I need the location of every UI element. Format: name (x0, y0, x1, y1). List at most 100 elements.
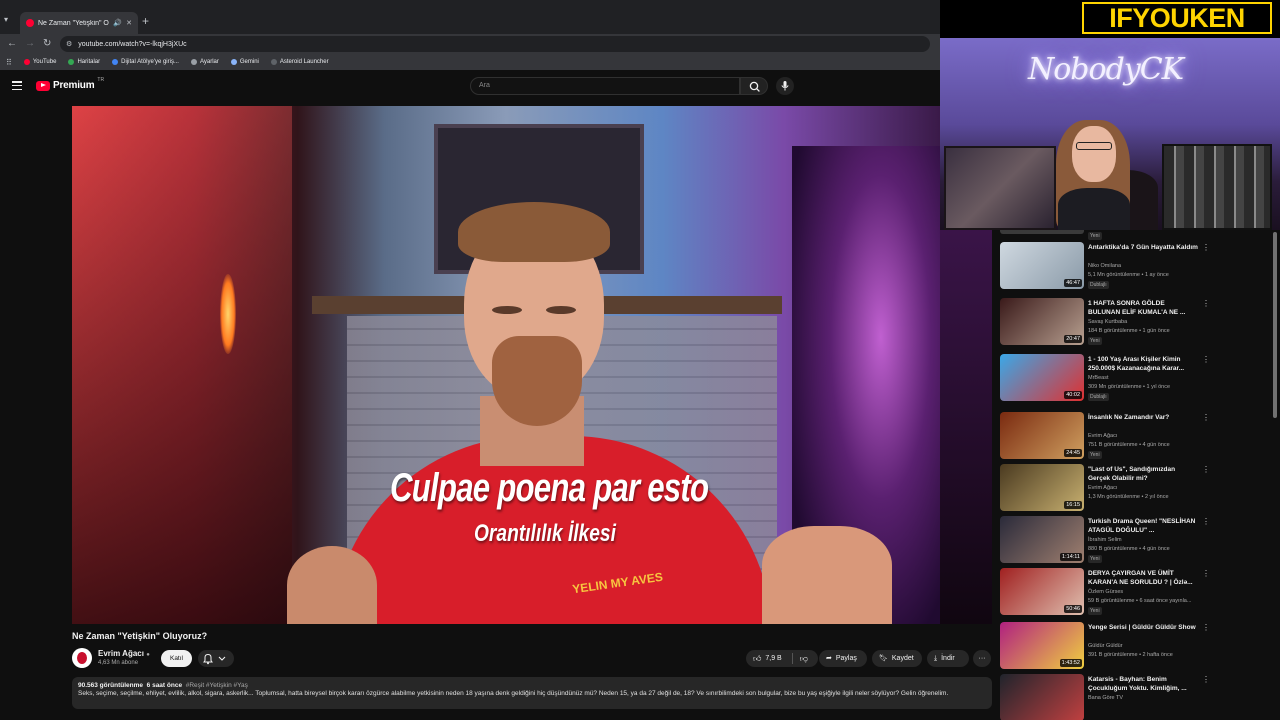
kebab-menu-icon[interactable]: ⋮ (1202, 624, 1210, 632)
recommendation-thumbnail[interactable]: 1:14:11 (1000, 516, 1084, 563)
browser-tab-active[interactable]: Ne Zaman "Yetişkin" Oluyor... 🔊 ✕ (20, 12, 138, 34)
microphone-icon (781, 81, 789, 91)
kebab-menu-icon[interactable]: ⋮ (1202, 414, 1210, 422)
search-input[interactable]: Ara (470, 77, 740, 95)
recommendation-item[interactable]: 20:47 1 HAFTA SONRA GÖLDE BULUNAN ELİF KU… (1000, 298, 1276, 348)
recommendation-item[interactable]: 1:43:52 Yenge Serisi | Güldür Güldür Show… (1000, 622, 1276, 672)
recommendations-column: Yeni 46:47 Antarktika'da 7 Gün Hayatta Ka… (992, 230, 1280, 720)
kebab-menu-icon[interactable]: ⋮ (1202, 676, 1210, 684)
search-button[interactable] (740, 77, 768, 95)
recommendation-item[interactable]: Katarsis - Bayhan: Benim Çocukluğum Yokt… (1000, 674, 1276, 720)
recommendation-item[interactable]: 24:45 İnsanlık Ne Zamandır Var? Evrim Ağac… (1000, 412, 1276, 462)
recommendation-item[interactable]: 16:15 "Last of Us", Sandığımızdan Gerçek … (1000, 464, 1276, 514)
google-bookmark-icon (112, 59, 119, 65)
thumbs-down-icon: 👎︎ (799, 653, 808, 663)
video-player-edge[interactable] (940, 230, 992, 624)
recommendation-thumbnail[interactable]: 20:47 (1000, 298, 1084, 345)
description-box[interactable]: 90.563 görüntülenme 6 saat önce #Reşit #… (72, 677, 992, 709)
kebab-menu-icon[interactable]: ⋮ (1202, 466, 1210, 474)
recommendation-thumbnail[interactable]: 46:47 (1000, 242, 1084, 289)
download-button[interactable]: ⤓ İndir (927, 650, 969, 667)
recommendation-item[interactable]: 40:02 1 - 100 Yaş Arası Kişiler Kimin 250… (1000, 354, 1276, 404)
kebab-menu-icon[interactable]: ⋮ (1202, 518, 1210, 526)
recommendation-title: 1 HAFTA SONRA GÖLDE BULUNAN ELİF KUMAL'A… (1088, 300, 1186, 316)
lamp-glow (220, 274, 236, 354)
channel-name[interactable]: Evrim Ağacı ● (98, 649, 150, 658)
recommendation-title: Katarsis - Bayhan: Benim Çocukluğum Yokt… (1088, 676, 1187, 692)
recommendation-item[interactable]: 50:46 DERYA ÇAYIRGAN VE ÜMİT KARAN'A NE S… (1000, 568, 1276, 618)
share-button[interactable]: ➦ Paylaş (819, 650, 867, 667)
site-info-icon[interactable]: ⚙ (66, 40, 72, 48)
recommendation-channel: Güldür Güldür (1088, 643, 1123, 649)
join-button[interactable]: Katıl (161, 650, 192, 667)
youtube-premium-logo[interactable]: Premium TR (36, 77, 104, 91)
recommendation-thumbnail[interactable]: 24:45 (1000, 412, 1084, 459)
recommendation-item[interactable]: 1:14:11 Turkish Drama Queen! "NESLİHAN AT… (1000, 516, 1276, 566)
recommendation-channel: MrBeast (1088, 375, 1109, 381)
hair (458, 202, 610, 262)
youtube-favicon-icon (26, 19, 34, 27)
video-subtitle-secondary: Orantılılık İlkesi (474, 520, 616, 547)
voice-search-button[interactable] (776, 77, 794, 95)
recommendation-thumbnail[interactable]: 50:46 (1000, 568, 1084, 615)
scrollbar[interactable] (1273, 232, 1277, 418)
like-button[interactable]: 👍︎ 7,9 B (753, 650, 782, 667)
apps-icon[interactable]: ⠿ (6, 58, 12, 67)
bookmark-asteroid-launcher[interactable]: Asteroid Launcher (270, 59, 329, 65)
back-icon[interactable]: ← (7, 38, 17, 50)
video-title: Ne Zaman "Yetişkin" Oluyoruz? (72, 631, 208, 641)
bookmark-icon: 🔖︎ (879, 655, 888, 662)
youtube-play-logo-icon (36, 80, 50, 91)
tab-close-icon[interactable]: ✕ (126, 19, 132, 27)
recommendation-meta: 391 B görüntülenme • 2 hafta önce (1088, 652, 1173, 658)
url-field[interactable]: ⚙ youtube.com/watch?v=-lkqjH3jXUc (60, 36, 930, 52)
kebab-menu-icon[interactable]: ⋮ (1202, 570, 1210, 578)
bookmark-youtube[interactable]: YouTube (23, 59, 56, 65)
kebab-menu-icon[interactable]: ⋮ (1202, 300, 1210, 308)
neon-sign: NobodyCK (1028, 52, 1184, 87)
recommendation-thumbnail[interactable]: 1:43:52 (1000, 622, 1084, 669)
recommendation-channel: Niko Omilana (1088, 263, 1122, 269)
streamer-face (1072, 126, 1116, 182)
share-label: Paylaş (835, 655, 857, 662)
kebab-menu-icon[interactable]: ⋮ (1202, 356, 1210, 364)
more-actions-button[interactable]: ··· (973, 650, 991, 667)
recommendation-badge: Yeni (1088, 451, 1102, 459)
hashtags[interactable]: #Reşit #Yetişkin #Yaş (186, 682, 248, 689)
recommendation-meta: 1,3 Mn görüntülenme • 2 yıl önce (1088, 494, 1169, 500)
recommendation-meta: 5,1 Mn görüntülenme • 1 ay önce (1088, 272, 1169, 278)
tab-audio-icon[interactable]: 🔊 (113, 19, 122, 27)
bookmark-settings[interactable]: Ayarlar (190, 59, 219, 65)
like-count: 7,9 B (765, 655, 782, 662)
bookmark-dijital-atolye[interactable]: Dijital Atölye'ye giriş... (112, 59, 179, 65)
tab-list-icon[interactable]: ▾ (4, 15, 8, 24)
bookmark-gemini[interactable]: Gemini (230, 59, 259, 65)
webcam-overlay: NobodyCK (940, 38, 1280, 230)
subscriber-count: 4,63 Mn abone (98, 660, 139, 666)
recommendation-item[interactable]: 46:47 Antarktika'da 7 Gün Hayatta Kaldım N… (1000, 242, 1276, 292)
previous-item-badge: Yeni (1088, 232, 1102, 240)
reload-icon[interactable]: ↻ (43, 38, 51, 50)
recommendation-title: İnsanlık Ne Zamandır Var? (1088, 414, 1170, 421)
forward-icon[interactable]: → (25, 38, 35, 50)
video-duration: 20:47 (1064, 335, 1082, 343)
channel-avatar[interactable] (72, 648, 92, 668)
like-divider (791, 653, 793, 664)
recommendation-title: DERYA ÇAYIRGAN VE ÜMİT KARAN'A NE SORULD… (1088, 570, 1193, 586)
video-player[interactable]: YELIN MY AVES Culpae poena par esto Oran… (72, 106, 940, 624)
save-button[interactable]: 🔖︎ Kaydet (872, 650, 922, 667)
hamburger-menu-icon[interactable] (12, 81, 22, 91)
previous-thumbnail-edge[interactable] (1000, 230, 1084, 234)
recommendation-title: Yenge Serisi | Güldür Güldür Show (1088, 624, 1196, 631)
recommendation-thumbnail[interactable] (1000, 674, 1084, 720)
new-tab-icon[interactable]: + (142, 14, 149, 28)
recommendation-meta: 751 B görüntülenme • 4 gün önce (1088, 442, 1170, 448)
dislike-button[interactable]: 👎︎ (800, 650, 808, 668)
download-label: İndir (941, 655, 955, 662)
kebab-menu-icon[interactable]: ⋮ (1202, 244, 1210, 252)
recommendation-thumbnail[interactable]: 40:02 (1000, 354, 1084, 401)
bookmark-maps[interactable]: Haritalar (68, 59, 100, 65)
gemini-bookmark-icon (230, 59, 237, 65)
subscribed-bell-button[interactable] (198, 650, 234, 667)
recommendation-thumbnail[interactable]: 16:15 (1000, 464, 1084, 511)
